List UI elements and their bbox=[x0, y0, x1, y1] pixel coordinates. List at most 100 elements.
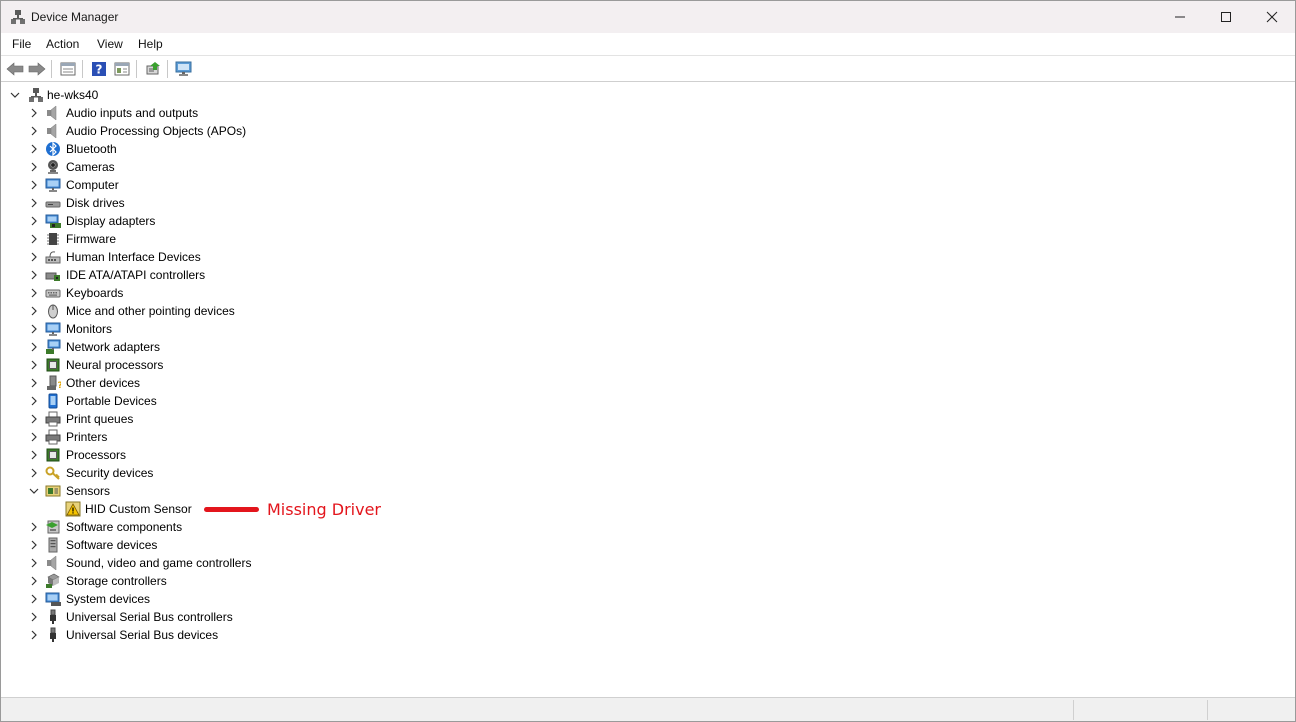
properties-button[interactable] bbox=[58, 59, 78, 79]
minimize-button[interactable] bbox=[1157, 1, 1203, 33]
hid-icon bbox=[45, 251, 61, 264]
update-driver-icon bbox=[146, 62, 160, 75]
toolbar: ? bbox=[1, 56, 1295, 82]
chevron-right-icon[interactable] bbox=[29, 180, 39, 190]
tree-item-category[interactable]: Human Interface Devices bbox=[1, 248, 601, 266]
chevron-right-icon[interactable] bbox=[29, 234, 39, 244]
status-bar bbox=[1, 697, 1295, 721]
help-icon: ? bbox=[92, 62, 106, 77]
printer-icon bbox=[45, 411, 61, 427]
tree-item-category[interactable]: Disk drives bbox=[1, 194, 601, 212]
chevron-right-icon[interactable] bbox=[29, 216, 39, 226]
help-button[interactable]: ? bbox=[89, 59, 109, 79]
tree-item-category[interactable]: Firmware bbox=[1, 230, 601, 248]
tree-item-category[interactable]: Cameras bbox=[1, 158, 601, 176]
tree-item-label: Firmware bbox=[66, 232, 116, 246]
chevron-right-icon[interactable] bbox=[29, 522, 39, 532]
tree-item-category[interactable]: Universal Serial Bus controllers bbox=[1, 608, 601, 626]
chevron-right-icon[interactable] bbox=[29, 108, 39, 118]
chevron-right-icon[interactable] bbox=[29, 432, 39, 442]
chevron-right-icon[interactable] bbox=[29, 378, 39, 388]
chevron-right-icon[interactable] bbox=[29, 342, 39, 352]
tree-root-label: he-wks40 bbox=[47, 88, 99, 102]
tree-item-label: Neural processors bbox=[66, 358, 164, 372]
chevron-right-icon[interactable] bbox=[29, 612, 39, 622]
tree-item-category[interactable]: Computer bbox=[1, 176, 601, 194]
tree-item-category[interactable]: Audio Processing Objects (APOs) bbox=[1, 122, 601, 140]
tree-item-category[interactable]: System devices bbox=[1, 590, 601, 608]
chevron-right-icon[interactable] bbox=[29, 144, 39, 154]
ide-controller-icon bbox=[45, 272, 60, 281]
title-bar: Device Manager bbox=[1, 1, 1295, 33]
update-driver-button[interactable] bbox=[143, 59, 163, 79]
chevron-right-icon[interactable] bbox=[29, 396, 39, 406]
tree-item-category[interactable]: Audio inputs and outputs bbox=[1, 104, 601, 122]
tree-item-category[interactable]: Software devices bbox=[1, 536, 601, 554]
chevron-right-icon[interactable] bbox=[29, 270, 39, 280]
chevron-right-icon[interactable] bbox=[29, 540, 39, 550]
toolbar-separator bbox=[167, 60, 168, 78]
tree-item-category[interactable]: Bluetooth bbox=[1, 140, 601, 158]
forward-button[interactable] bbox=[27, 59, 47, 79]
speaker-icon bbox=[47, 123, 57, 139]
processor-icon bbox=[46, 448, 60, 462]
tree-item-label: Disk drives bbox=[66, 196, 125, 210]
tree-root-node[interactable]: he-wks40 bbox=[1, 86, 401, 104]
tree-item-label: HID Custom Sensor bbox=[85, 502, 192, 516]
tree-item-category[interactable]: IDE ATA/ATAPI controllers bbox=[1, 266, 601, 284]
tree-item-category[interactable]: Printers bbox=[1, 428, 601, 446]
close-button[interactable] bbox=[1249, 1, 1295, 33]
view-icon bbox=[114, 62, 130, 76]
tree-item-label: Audio inputs and outputs bbox=[66, 106, 199, 120]
key-icon bbox=[45, 466, 60, 480]
chip-icon bbox=[47, 233, 59, 245]
chevron-right-icon[interactable] bbox=[29, 252, 39, 262]
chevron-right-icon[interactable] bbox=[29, 468, 39, 478]
tree-item-category[interactable]: Security devices bbox=[1, 464, 601, 482]
tree-item-category[interactable]: Neural processors bbox=[1, 356, 601, 374]
tree-item-category[interactable]: Network adapters bbox=[1, 338, 601, 356]
chevron-right-icon[interactable] bbox=[29, 126, 39, 136]
tree-item-category[interactable]: Mice and other pointing devices bbox=[1, 302, 601, 320]
scan-hardware-button[interactable] bbox=[174, 59, 194, 79]
tree-item-label: Software components bbox=[66, 520, 183, 534]
tree-item-label: Cameras bbox=[66, 160, 115, 174]
view-button[interactable] bbox=[112, 59, 132, 79]
chevron-right-icon[interactable] bbox=[29, 414, 39, 424]
svg-text:?: ? bbox=[96, 63, 103, 77]
tree-item-category[interactable]: Processors bbox=[1, 446, 601, 464]
chevron-right-icon[interactable] bbox=[29, 360, 39, 370]
maximize-button[interactable] bbox=[1203, 1, 1249, 33]
menu-file[interactable]: File bbox=[12, 37, 31, 51]
chevron-right-icon[interactable] bbox=[29, 288, 39, 298]
tree-item-category[interactable]: Keyboards bbox=[1, 284, 601, 302]
system-device-icon bbox=[45, 592, 61, 606]
chevron-down-icon[interactable] bbox=[29, 486, 39, 496]
tree-item-category[interactable]: Sound, video and game controllers bbox=[1, 554, 601, 572]
chevron-right-icon[interactable] bbox=[29, 198, 39, 208]
tree-item-category[interactable]: Storage controllers bbox=[1, 572, 601, 590]
chevron-right-icon[interactable] bbox=[29, 450, 39, 460]
tree-item-category[interactable]: Print queues bbox=[1, 410, 601, 428]
chevron-right-icon[interactable] bbox=[29, 576, 39, 586]
window-title: Device Manager bbox=[31, 10, 119, 24]
chevron-right-icon[interactable] bbox=[29, 630, 39, 640]
chevron-right-icon[interactable] bbox=[29, 306, 39, 316]
chevron-right-icon[interactable] bbox=[29, 162, 39, 172]
chevron-right-icon[interactable] bbox=[29, 558, 39, 568]
tree-item-category[interactable]: Sensors bbox=[1, 482, 601, 500]
tree-item-category[interactable]: Software components bbox=[1, 518, 601, 536]
menu-action[interactable]: Action bbox=[46, 37, 79, 51]
chevron-right-icon[interactable] bbox=[29, 594, 39, 604]
tree-item-label: Keyboards bbox=[66, 286, 124, 300]
back-button[interactable] bbox=[5, 59, 25, 79]
tree-item-category[interactable]: ? Other devices bbox=[1, 374, 601, 392]
chevron-down-icon[interactable] bbox=[10, 90, 20, 100]
tree-item-category[interactable]: Universal Serial Bus devices bbox=[1, 626, 601, 644]
tree-item-category[interactable]: Portable Devices bbox=[1, 392, 601, 410]
menu-view[interactable]: View bbox=[97, 37, 123, 51]
chevron-right-icon[interactable] bbox=[29, 324, 39, 334]
tree-item-category[interactable]: Monitors bbox=[1, 320, 601, 338]
tree-item-category[interactable]: Display adapters bbox=[1, 212, 601, 230]
menu-help[interactable]: Help bbox=[138, 37, 163, 51]
